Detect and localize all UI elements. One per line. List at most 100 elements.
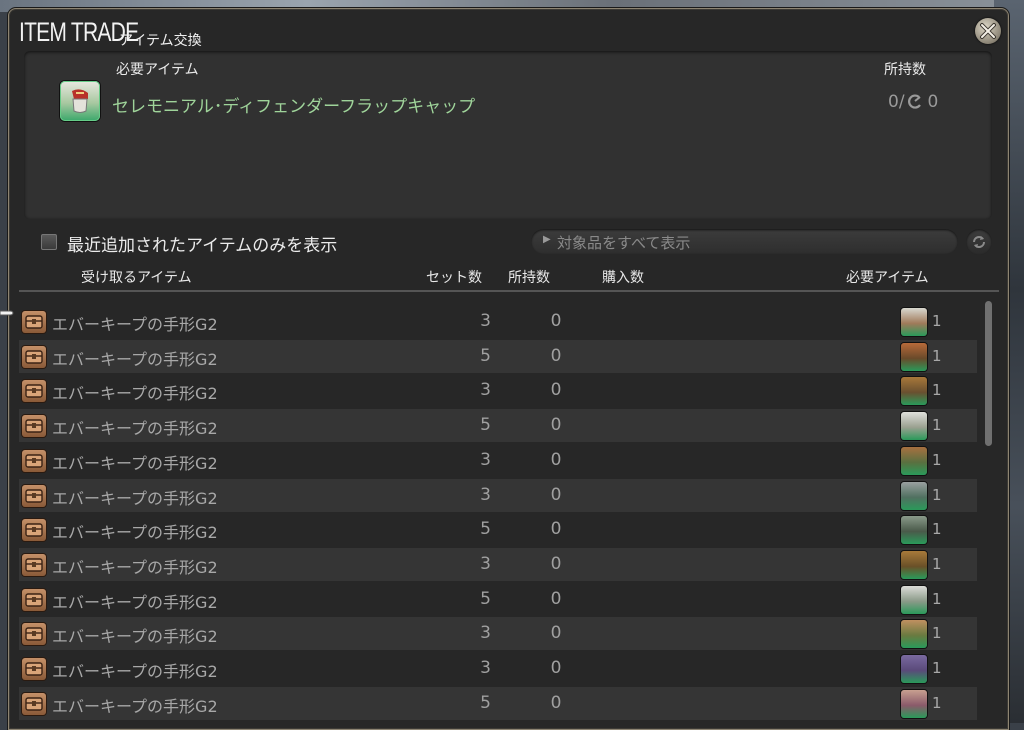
column-header-sets: セット数 (426, 270, 482, 286)
table-row[interactable]: エバーキープの手形G2 5 0 1 (19, 513, 977, 546)
hq-icon (907, 94, 921, 109)
receive-item-name: エバーキープの手形G2 (52, 662, 218, 681)
chest-icon (22, 623, 46, 646)
set-count: 3 (480, 623, 491, 644)
required-item-icon[interactable] (901, 655, 927, 683)
trade-item-list: エバーキープの手形G2 3 0 1 エバーキープの手形G2 5 0 1 エバーキープの手形G2 3… (19, 297, 977, 729)
required-item-icon[interactable] (901, 308, 927, 336)
chest-icon (22, 484, 46, 507)
refresh-button[interactable] (966, 229, 992, 255)
required-item-label: 必要アイテム (116, 62, 199, 78)
set-count: 5 (480, 519, 491, 540)
owned-count: 0 (550, 692, 562, 713)
chest-icon (22, 692, 46, 715)
owned-count: 0 (550, 623, 562, 644)
table-row[interactable]: エバーキープの手形G2 5 0 1 (19, 686, 977, 720)
chest-icon (22, 380, 46, 403)
required-count: 1 (932, 589, 942, 608)
receive-item-name: エバーキープの手形G2 (52, 453, 218, 473)
set-count: 3 (480, 449, 491, 470)
required-item-name[interactable]: セレモニアル･ディフェンダーフラップキャップ (112, 92, 475, 117)
required-item-icon[interactable] (901, 620, 927, 649)
table-row[interactable]: エバーキープの手形G2 3 0 1 (19, 305, 977, 338)
header-divider (19, 290, 999, 292)
show-all-dropdown[interactable]: ▶ 対象品をすべて表示 (531, 229, 958, 254)
table-row[interactable]: エバーキープの手形G2 3 0 1 (19, 652, 977, 685)
column-header-receive: 受け取るアイテム (81, 270, 192, 286)
required-item-icon[interactable] (901, 377, 927, 406)
required-count: 1 (932, 520, 942, 539)
receive-item-name: エバーキープの手形G2 (52, 419, 218, 439)
required-count: 1 (932, 381, 942, 400)
recent-only-label[interactable]: 最近追加されたアイテムのみを表示 (67, 231, 337, 256)
owned-count-label: 所持数 (884, 62, 926, 78)
receive-item-name: エバーキープの手形G2 (52, 592, 218, 612)
required-item-icon[interactable] (60, 81, 100, 121)
chest-icon (22, 415, 46, 438)
receive-item-name: エバーキープの手形G2 (52, 488, 218, 508)
owned-count: 0 (550, 588, 562, 609)
column-header-owned: 所持数 (508, 270, 550, 286)
table-row[interactable]: エバーキープの手形G2 5 0 1 (19, 339, 977, 373)
chest-icon (22, 658, 46, 680)
required-count: 1 (932, 346, 942, 365)
required-item-icon[interactable] (901, 516, 927, 545)
required-count: 1 (932, 554, 942, 573)
close-icon (980, 23, 996, 39)
recent-only-checkbox[interactable] (41, 234, 57, 250)
receive-item-name: エバーキープの手形G2 (52, 315, 218, 334)
item-trade-window: ITEM TRADE アイテム交換 必要アイテム 所持数 セレモニアル･ディフェ… (8, 8, 1009, 730)
owned-count: 0 (550, 311, 562, 331)
hand-pointer-icon (0, 305, 14, 319)
required-item-icon[interactable] (901, 412, 927, 441)
required-item-icon[interactable] (901, 342, 927, 371)
required-item-icon[interactable] (901, 550, 927, 579)
filter-row: 最近追加されたアイテムのみを表示 ▶ 対象品をすべて表示 (9, 229, 1008, 261)
owned-count: 0 (550, 380, 562, 401)
receive-item-name: エバーキープの手形G2 (52, 557, 218, 577)
table-row[interactable]: エバーキープの手形G2 5 0 1 (19, 409, 977, 443)
table-row[interactable]: エバーキープの手形G2 3 0 1 (19, 617, 977, 651)
cap-icon (72, 89, 88, 113)
chest-icon (22, 519, 46, 542)
owned-count: 0 (550, 345, 562, 366)
list-scrollbar[interactable] (985, 301, 992, 446)
triangle-right-icon: ▶ (543, 234, 551, 245)
owned-count: 0 (550, 415, 562, 436)
set-count: 3 (480, 311, 491, 331)
chest-icon (22, 553, 46, 576)
required-count: 1 (932, 312, 942, 330)
required-item-icon[interactable] (901, 585, 927, 614)
receive-item-name: エバーキープの手形G2 (52, 349, 218, 369)
set-count: 5 (480, 415, 491, 436)
table-row[interactable]: エバーキープの手形G2 3 0 1 (19, 374, 977, 407)
set-count: 5 (480, 692, 491, 713)
required-owned-count: 0/ 0 (888, 92, 938, 112)
chest-icon (22, 311, 46, 333)
column-header-buy: 購入数 (602, 270, 644, 286)
owned-count: 0 (550, 658, 562, 678)
table-row[interactable]: エバーキープの手形G2 5 0 1 (19, 583, 977, 616)
owned-count: 0 (550, 519, 562, 540)
required-count: 1 (932, 624, 942, 643)
receive-item-name: エバーキープの手形G2 (52, 696, 218, 716)
required-item-icon[interactable] (901, 689, 927, 718)
chest-icon (22, 588, 46, 611)
table-row[interactable]: エバーキープの手形G2 3 0 1 (19, 547, 977, 581)
receive-item-name: エバーキープの手形G2 (52, 384, 218, 404)
set-count: 3 (480, 553, 491, 574)
chest-icon (22, 345, 46, 368)
show-all-label: 対象品をすべて表示 (557, 234, 691, 252)
owned-nq-count: 0/ (888, 92, 905, 112)
required-item-icon[interactable] (901, 481, 927, 510)
required-item-icon[interactable] (901, 446, 927, 475)
column-header-required: 必要アイテム (846, 270, 929, 286)
refresh-icon (973, 236, 985, 248)
chest-icon (22, 449, 46, 472)
required-count: 1 (932, 416, 942, 435)
set-count: 3 (480, 380, 491, 401)
close-button[interactable] (975, 18, 1001, 44)
table-row[interactable]: エバーキープの手形G2 3 0 1 (19, 444, 977, 477)
owned-count: 0 (550, 449, 562, 470)
table-row[interactable]: エバーキープの手形G2 3 0 1 (19, 478, 977, 512)
